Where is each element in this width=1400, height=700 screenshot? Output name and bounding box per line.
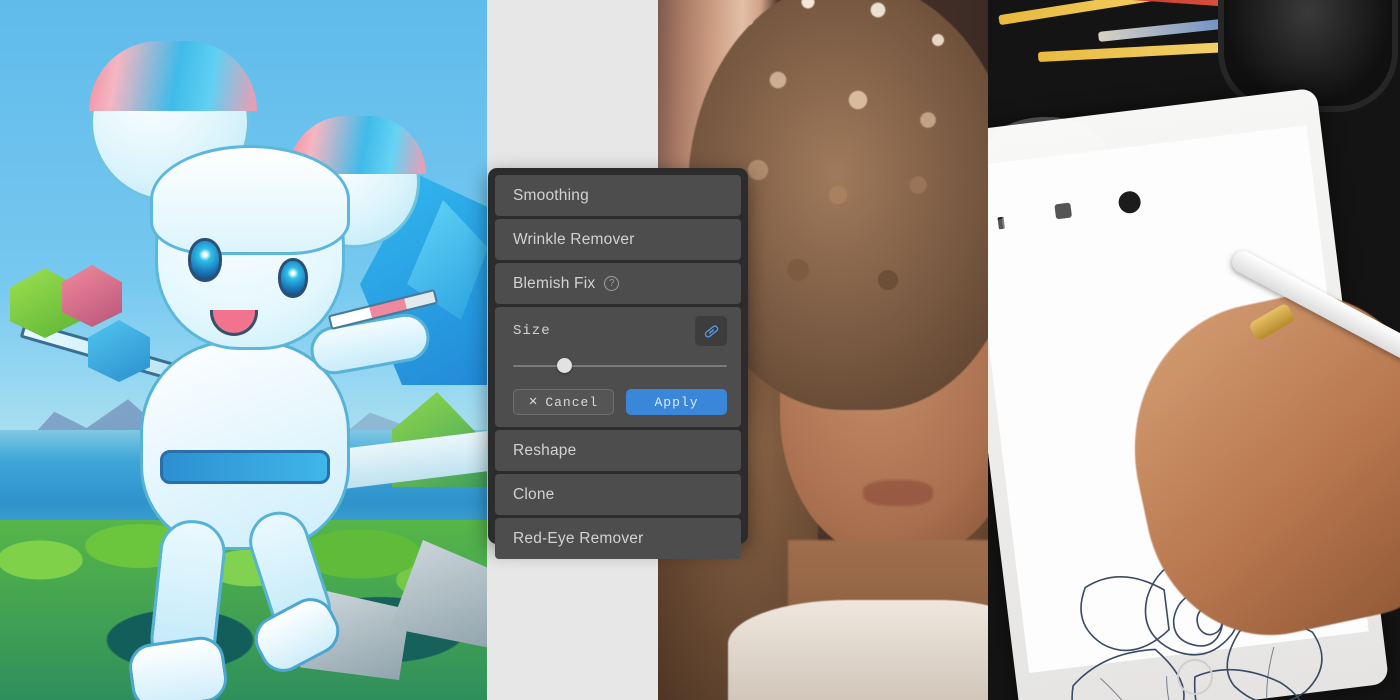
blue-cube — [88, 320, 150, 382]
menu-item-clone-label: Clone — [513, 485, 555, 503]
character-eye-left — [188, 238, 222, 282]
apply-button[interactable]: Apply — [626, 389, 727, 415]
menu-item-red-eye-remover[interactable]: Red-Eye Remover — [495, 518, 741, 559]
menu-item-red-eye-remover-label: Red-Eye Remover — [513, 529, 644, 547]
cancel-button[interactable]: ✕ Cancel — [513, 389, 614, 415]
portrait-lips — [863, 480, 933, 506]
size-control-row: Size — [513, 316, 727, 346]
close-x-icon: ✕ — [528, 394, 539, 410]
cancel-button-label: Cancel — [545, 394, 599, 410]
menu-item-wrinkle-remover-label: Wrinkle Remover — [513, 230, 635, 248]
menu-item-blemish-fix[interactable]: Blemish Fix ? — [495, 263, 741, 304]
size-label: Size — [513, 323, 551, 339]
character-eye-right — [278, 258, 308, 298]
character-hair — [150, 145, 350, 255]
action-button-row: ✕ Cancel Apply — [513, 389, 727, 415]
left-artwork-image — [0, 0, 487, 700]
size-slider[interactable] — [513, 355, 727, 377]
menu-item-reshape[interactable]: Reshape — [495, 430, 741, 471]
rose-petal-1 — [988, 117, 1106, 187]
right-tablet-image — [988, 0, 1400, 700]
anime-character — [10, 20, 480, 700]
menu-item-smoothing[interactable]: Smoothing — [495, 175, 741, 216]
character-boot-left — [125, 633, 231, 700]
rose-petal-3 — [988, 215, 1068, 275]
portrait-shirt — [728, 600, 988, 700]
blemish-fix-options-group: Size ✕ Cancel Apply — [495, 307, 741, 427]
character-shorts — [160, 450, 330, 484]
character-boot-right — [246, 589, 348, 681]
menu-item-blemish-fix-label: Blemish Fix — [513, 274, 596, 292]
menu-item-reshape-label: Reshape — [513, 441, 577, 459]
retouch-tool-panel: Smoothing Wrinkle Remover Blemish Fix ? … — [488, 168, 748, 559]
size-slider-track[interactable] — [513, 365, 727, 367]
menu-item-wrinkle-remover[interactable]: Wrinkle Remover — [495, 219, 741, 260]
help-question-icon[interactable]: ? — [604, 276, 620, 291]
character-body — [140, 340, 350, 550]
bandage-icon[interactable] — [695, 316, 727, 346]
size-slider-knob[interactable] — [556, 358, 572, 373]
screenshot-stage: Smoothing Wrinkle Remover Blemish Fix ? … — [0, 0, 1400, 700]
menu-item-smoothing-label: Smoothing — [513, 186, 589, 204]
menu-item-clone[interactable]: Clone — [495, 474, 741, 515]
pencil-yellow — [998, 0, 1168, 26]
apply-button-label: Apply — [654, 394, 699, 410]
